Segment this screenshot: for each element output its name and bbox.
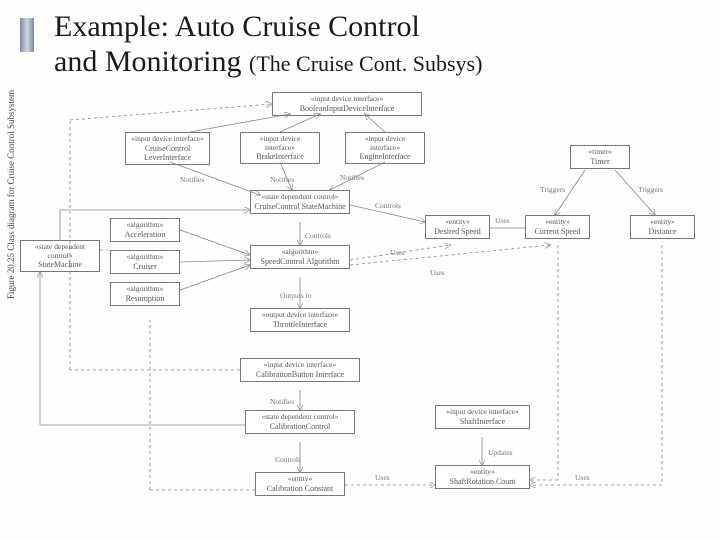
label-triggers-1: Triggers bbox=[540, 185, 565, 194]
box-shaft-count: «entity» ShaftRotation Count bbox=[435, 465, 530, 489]
box-calib-const: «entity» Calibration Constant bbox=[255, 472, 345, 496]
box-resume: «algorithm» Resumption bbox=[110, 282, 180, 306]
label-outputs: Outputs to bbox=[280, 291, 312, 300]
label-triggers-2: Triggers bbox=[638, 185, 663, 194]
label-uses-4: Uses bbox=[575, 473, 590, 482]
title-line2-sub: (The Cruise Cont. Subsys) bbox=[249, 51, 482, 76]
box-current: «entity» Current Speed bbox=[525, 215, 590, 239]
box-ccsm: «state dependent control» CruiseControl … bbox=[250, 190, 350, 214]
title-text: Example: Auto Cruise Control and Monitor… bbox=[54, 10, 482, 79]
box-distance: «entity» Distance bbox=[630, 215, 695, 239]
label-controls-2: Controls bbox=[375, 201, 401, 210]
label-notifies-2: Notifies bbox=[270, 175, 294, 184]
box-cruiser: «algorithm» Cruiser bbox=[110, 250, 180, 274]
box-calib-button: «input device interface» CalibrationButt… bbox=[240, 358, 360, 382]
title-line2-main: and Monitoring bbox=[54, 45, 249, 78]
box-engine: «input device interface» EngineInterface bbox=[345, 132, 425, 164]
box-brake: «input device interface» BrakeInterface bbox=[240, 132, 320, 164]
title-bullet-icon bbox=[20, 18, 34, 52]
box-throttle: «output device interface» ThrottleInterf… bbox=[250, 308, 350, 332]
box-statemachine: «state dependent control» StateMachine bbox=[20, 240, 100, 272]
label-uses-2: Uses bbox=[390, 248, 405, 257]
label-uses-1: Uses bbox=[495, 216, 510, 225]
label-notifies-4: Notifies bbox=[270, 397, 294, 406]
label-notifies-1: Notifies bbox=[180, 175, 204, 184]
title-line1: Example: Auto Cruise Control bbox=[54, 10, 420, 43]
label-uses-5: Uses bbox=[375, 473, 390, 482]
label-controls-1: Controls bbox=[305, 231, 331, 240]
box-boolean-input: «input device interface» BooleanInputDev… bbox=[272, 92, 422, 116]
box-calib-control: «state dependent control» CalibrationCon… bbox=[245, 410, 355, 434]
slide-title: Example: Auto Cruise Control and Monitor… bbox=[0, 0, 720, 79]
box-speedcontrol: «algorithm» SpeedControl Algorithm bbox=[250, 245, 350, 269]
label-notifies-3: Notifies bbox=[340, 173, 364, 182]
label-controls-3: Controls bbox=[275, 455, 301, 464]
box-accel: «algorithm» Acceleration bbox=[110, 218, 180, 242]
box-shaft-intf: «input device interface» ShaftInterface bbox=[435, 405, 530, 429]
label-updates: Updates bbox=[488, 448, 513, 457]
box-desired: «entity» Desired Speed bbox=[425, 215, 490, 239]
box-timer: «timer» Timer bbox=[570, 145, 630, 169]
class-diagram: «input device interface» BooleanInputDev… bbox=[30, 90, 710, 530]
box-lever: «input device interface» CruiseControl L… bbox=[125, 132, 210, 165]
label-uses-3: Uses bbox=[430, 268, 445, 277]
figure-label: Figure 20.25 Class diagram for Cruise Co… bbox=[6, 90, 16, 299]
